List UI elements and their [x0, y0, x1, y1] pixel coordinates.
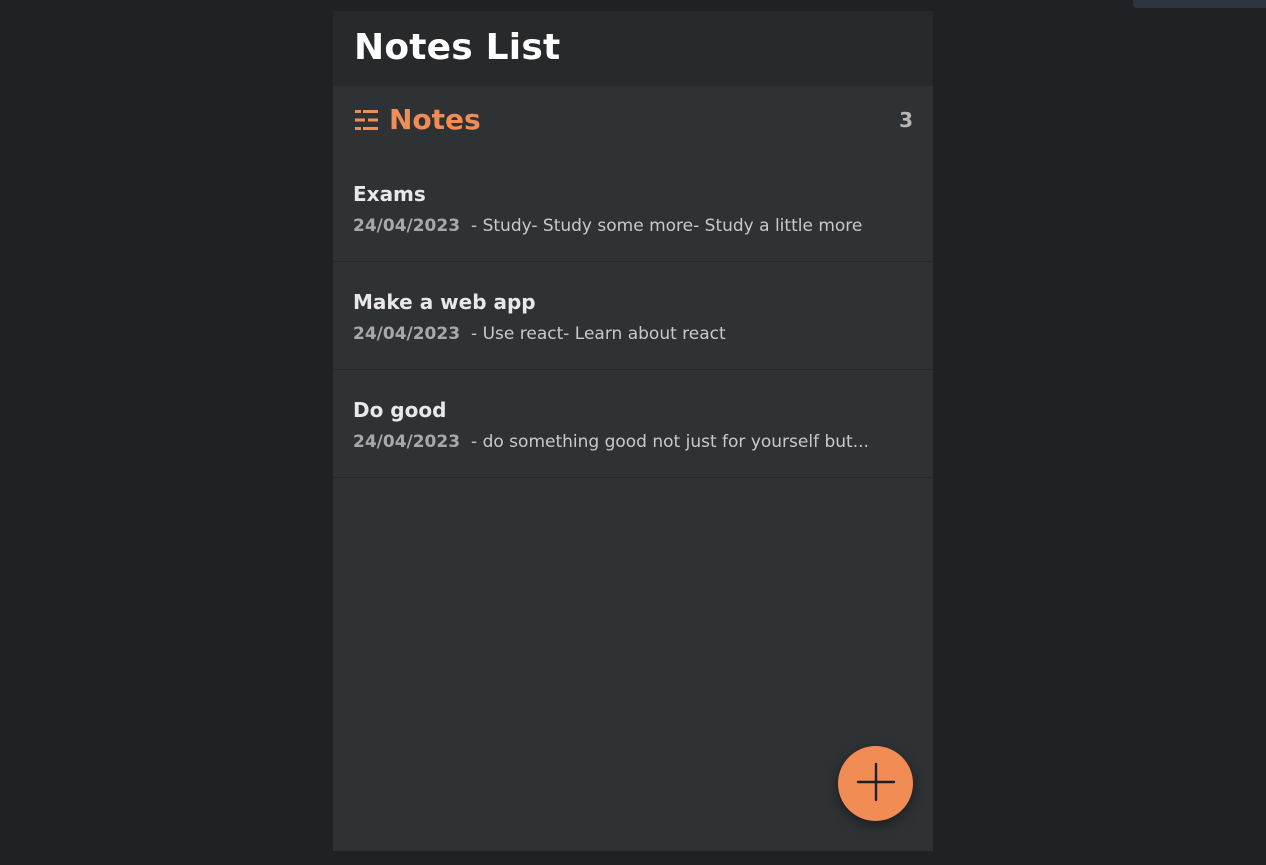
- note-title: Exams: [353, 182, 426, 206]
- notes-list: Exams 24/04/2023 - Study- Study some mor…: [333, 154, 933, 478]
- note-list-item[interactable]: Do good 24/04/2023 - do something good n…: [333, 370, 933, 478]
- note-date: 24/04/2023: [353, 432, 461, 452]
- app-header: Notes List: [333, 11, 933, 86]
- note-meta: 24/04/2023 - do something good not just …: [353, 432, 913, 452]
- note-list-item[interactable]: Exams 24/04/2023 - Study- Study some mor…: [333, 154, 933, 262]
- list-icon: [354, 108, 379, 132]
- note-preview: - Study- Study some more- Study a little…: [471, 216, 863, 236]
- plus-icon: [856, 762, 896, 805]
- note-preview: - do something good not just for yoursel…: [471, 432, 869, 452]
- notes-count: 3: [899, 108, 913, 132]
- notes-app: Notes List Notes 3 Exams 24/04/2023 - St…: [333, 11, 933, 851]
- top-right-tab: [1133, 0, 1266, 8]
- add-note-button[interactable]: [838, 746, 913, 821]
- note-date: 24/04/2023: [353, 216, 461, 236]
- page-title: Notes List: [354, 27, 561, 68]
- notes-title-group: Notes: [354, 104, 481, 136]
- note-meta: 24/04/2023 - Use react- Learn about reac…: [353, 324, 913, 344]
- note-title: Make a web app: [353, 290, 536, 314]
- note-date: 24/04/2023: [353, 324, 461, 344]
- notes-section-title: Notes: [389, 103, 481, 136]
- note-list-item[interactable]: Make a web app 24/04/2023 - Use react- L…: [333, 262, 933, 370]
- note-preview: - Use react- Learn about react: [471, 324, 726, 344]
- note-meta: 24/04/2023 - Study- Study some more- Stu…: [353, 216, 913, 236]
- notes-list-header: Notes 3: [333, 86, 933, 154]
- note-title: Do good: [353, 398, 447, 422]
